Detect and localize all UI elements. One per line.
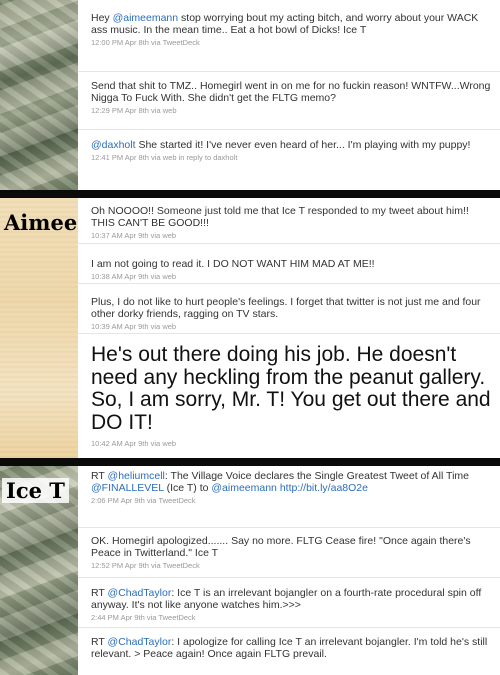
tweet-source[interactable]: web	[163, 153, 177, 162]
in-reply-to-link[interactable]: in reply to daxholt	[179, 153, 238, 162]
tweet-timestamp[interactable]: 12:00 PM Apr 8th	[91, 38, 149, 47]
tweet-source[interactable]: web	[162, 439, 176, 448]
tweet: RT @ChadTaylor: Ice T is an irrelevant b…	[78, 578, 500, 628]
text-segment: RT	[91, 587, 108, 599]
url-link[interactable]: http://bit.ly/aa8O2e	[280, 482, 368, 494]
tweet-text: Oh NOOOO!! Someone just told me that Ice…	[91, 205, 469, 229]
aimee-timeline: Oh NOOOO!! Someone just told me that Ice…	[78, 198, 500, 458]
tweet-text: OK. Homegirl apologized....... Say no mo…	[91, 535, 471, 559]
tweet-text: RT @ChadTaylor: I apologize for calling …	[91, 636, 492, 660]
text-segment: RT	[91, 636, 108, 648]
tweet: Send that shit to TMZ.. Homegirl went in…	[78, 72, 500, 130]
tweet-timestamp[interactable]: 10:39 AM Apr 9th	[91, 322, 149, 331]
via-label: via	[151, 561, 161, 570]
via-label: via	[150, 272, 161, 281]
icet-section: Ice T RT @heliumcell: The Village Voice …	[0, 466, 500, 675]
money-background-image	[0, 0, 78, 190]
tweet-source[interactable]: TweetDeck	[158, 496, 195, 505]
section-label-aimee: Aimee	[4, 210, 78, 235]
tweet-text: Hey @aimeemann stop worrying bout my act…	[91, 12, 492, 36]
mention-link[interactable]: @daxholt	[91, 139, 136, 151]
via-label: via	[150, 322, 161, 331]
tweet-source[interactable]: web	[162, 322, 176, 331]
tweet-timestamp[interactable]: 10:42 AM Apr 9th	[91, 439, 149, 448]
tweet-meta: 12:41 PM Apr 8th via web in reply to dax…	[91, 153, 492, 162]
tweet: Plus, I do not like to hurt people's fee…	[78, 284, 500, 334]
tweet-source[interactable]: web	[162, 272, 176, 281]
text-segment: Hey	[91, 12, 113, 24]
tweet-meta: 10:39 AM Apr 9th via web	[91, 322, 492, 331]
tweet-timestamp[interactable]: 12:41 PM Apr 8th	[91, 153, 149, 162]
tweet-timestamp[interactable]: 12:52 PM Apr 9th	[91, 561, 149, 570]
tweet-timestamp[interactable]: 2:06 PM Apr 9th	[91, 496, 145, 505]
tweet-meta: 12:52 PM Apr 9th via TweetDeck	[91, 561, 492, 570]
mention-link[interactable]: @ChadTaylor	[108, 636, 172, 648]
tweet: OK. Homegirl apologized....... Say no mo…	[78, 528, 500, 578]
tweet-meta: 2:06 PM Apr 9th via TweetDeck	[91, 496, 492, 505]
tweet-text: RT @heliumcell: The Village Voice declar…	[91, 470, 492, 494]
tweet-source[interactable]: TweetDeck	[163, 38, 200, 47]
tweet: I am not going to read it. I DO NOT WANT…	[78, 244, 500, 284]
via-label: via	[146, 496, 157, 505]
tweet-text: Send that shit to TMZ.. Homegirl went in…	[91, 80, 491, 104]
via-label: via	[151, 153, 161, 162]
tweet-source[interactable]: TweetDeck	[163, 561, 200, 570]
mention-link[interactable]: @heliumcell	[108, 470, 165, 482]
via-label: via	[151, 38, 161, 47]
tweet-source[interactable]: web	[162, 231, 176, 240]
tweet-text: I am not going to read it. I DO NOT WANT…	[91, 258, 375, 270]
tweet: Oh NOOOO!! Someone just told me that Ice…	[78, 198, 500, 244]
tweet-text: RT @ChadTaylor: Ice T is an irrelevant b…	[91, 587, 492, 611]
reply-prefix: in reply to	[178, 153, 212, 162]
via-label: via	[150, 231, 161, 240]
tweet-source[interactable]: TweetDeck	[158, 613, 195, 622]
tweet-meta: 12:00 PM Apr 8th via TweetDeck	[91, 38, 492, 47]
section-divider	[0, 458, 500, 466]
reply-user: daxholt	[213, 153, 238, 162]
text-segment: (Ice T) to	[163, 482, 212, 494]
section-divider	[0, 190, 500, 198]
section-label-icet: Ice T	[2, 478, 69, 503]
mention-link[interactable]: @FINALLEVEL	[91, 482, 164, 494]
tweet-timestamp[interactable]: 10:38 AM Apr 9th	[91, 272, 149, 281]
via-label: via	[146, 613, 157, 622]
tweet-meta: 10:38 AM Apr 9th via web	[91, 272, 492, 281]
icet-timeline: RT @heliumcell: The Village Voice declar…	[78, 466, 500, 675]
paper-background: Aimee	[0, 198, 78, 458]
tweet-text: He's out there doing his job. He doesn't…	[91, 343, 491, 434]
mention-link[interactable]: @aimeemann	[113, 12, 179, 24]
tweet-source[interactable]: web	[163, 106, 177, 115]
tweet-meta: 10:37 AM Apr 9th via web	[91, 231, 492, 240]
icet-top-timeline: Hey @aimeemann stop worrying bout my act…	[78, 0, 500, 190]
tweet: RT @heliumcell: The Village Voice declar…	[78, 466, 500, 528]
icet-top-section: Hey @aimeemann stop worrying bout my act…	[0, 0, 500, 190]
tweet-meta: 2:44 PM Apr 9th via TweetDeck	[91, 613, 492, 622]
aimee-section: Aimee Oh NOOOO!! Someone just told me th…	[0, 198, 500, 458]
via-label: via	[151, 106, 161, 115]
tweet: He's out there doing his job. He doesn't…	[78, 334, 500, 458]
tweet-text: @daxholt She started it! I've never even…	[91, 139, 492, 151]
via-label: via	[150, 439, 161, 448]
tweet-meta: 12:29 PM Apr 8th via web	[91, 106, 492, 115]
tweet-meta: 10:42 AM Apr 9th via web	[91, 439, 492, 448]
mention-link[interactable]: @ChadTaylor	[108, 587, 172, 599]
text-segment: : The Village Voice declares the Single …	[164, 470, 469, 482]
text-segment: She started it! I've never even heard of…	[135, 139, 471, 151]
tweet: RT @ChadTaylor: I apologize for calling …	[78, 628, 500, 675]
tweet-text: Plus, I do not like to hurt people's fee…	[91, 296, 481, 320]
tweet: Hey @aimeemann stop worrying bout my act…	[78, 0, 500, 72]
money-background-image: Ice T	[0, 466, 78, 675]
text-segment: RT	[91, 470, 108, 482]
tweet: @daxholt She started it! I've never even…	[78, 130, 500, 190]
tweet-timestamp[interactable]: 12:29 PM Apr 8th	[91, 106, 149, 115]
mention-link[interactable]: @aimeemann	[211, 482, 277, 494]
tweet-timestamp[interactable]: 2:44 PM Apr 9th	[91, 613, 145, 622]
tweet-timestamp[interactable]: 10:37 AM Apr 9th	[91, 231, 149, 240]
